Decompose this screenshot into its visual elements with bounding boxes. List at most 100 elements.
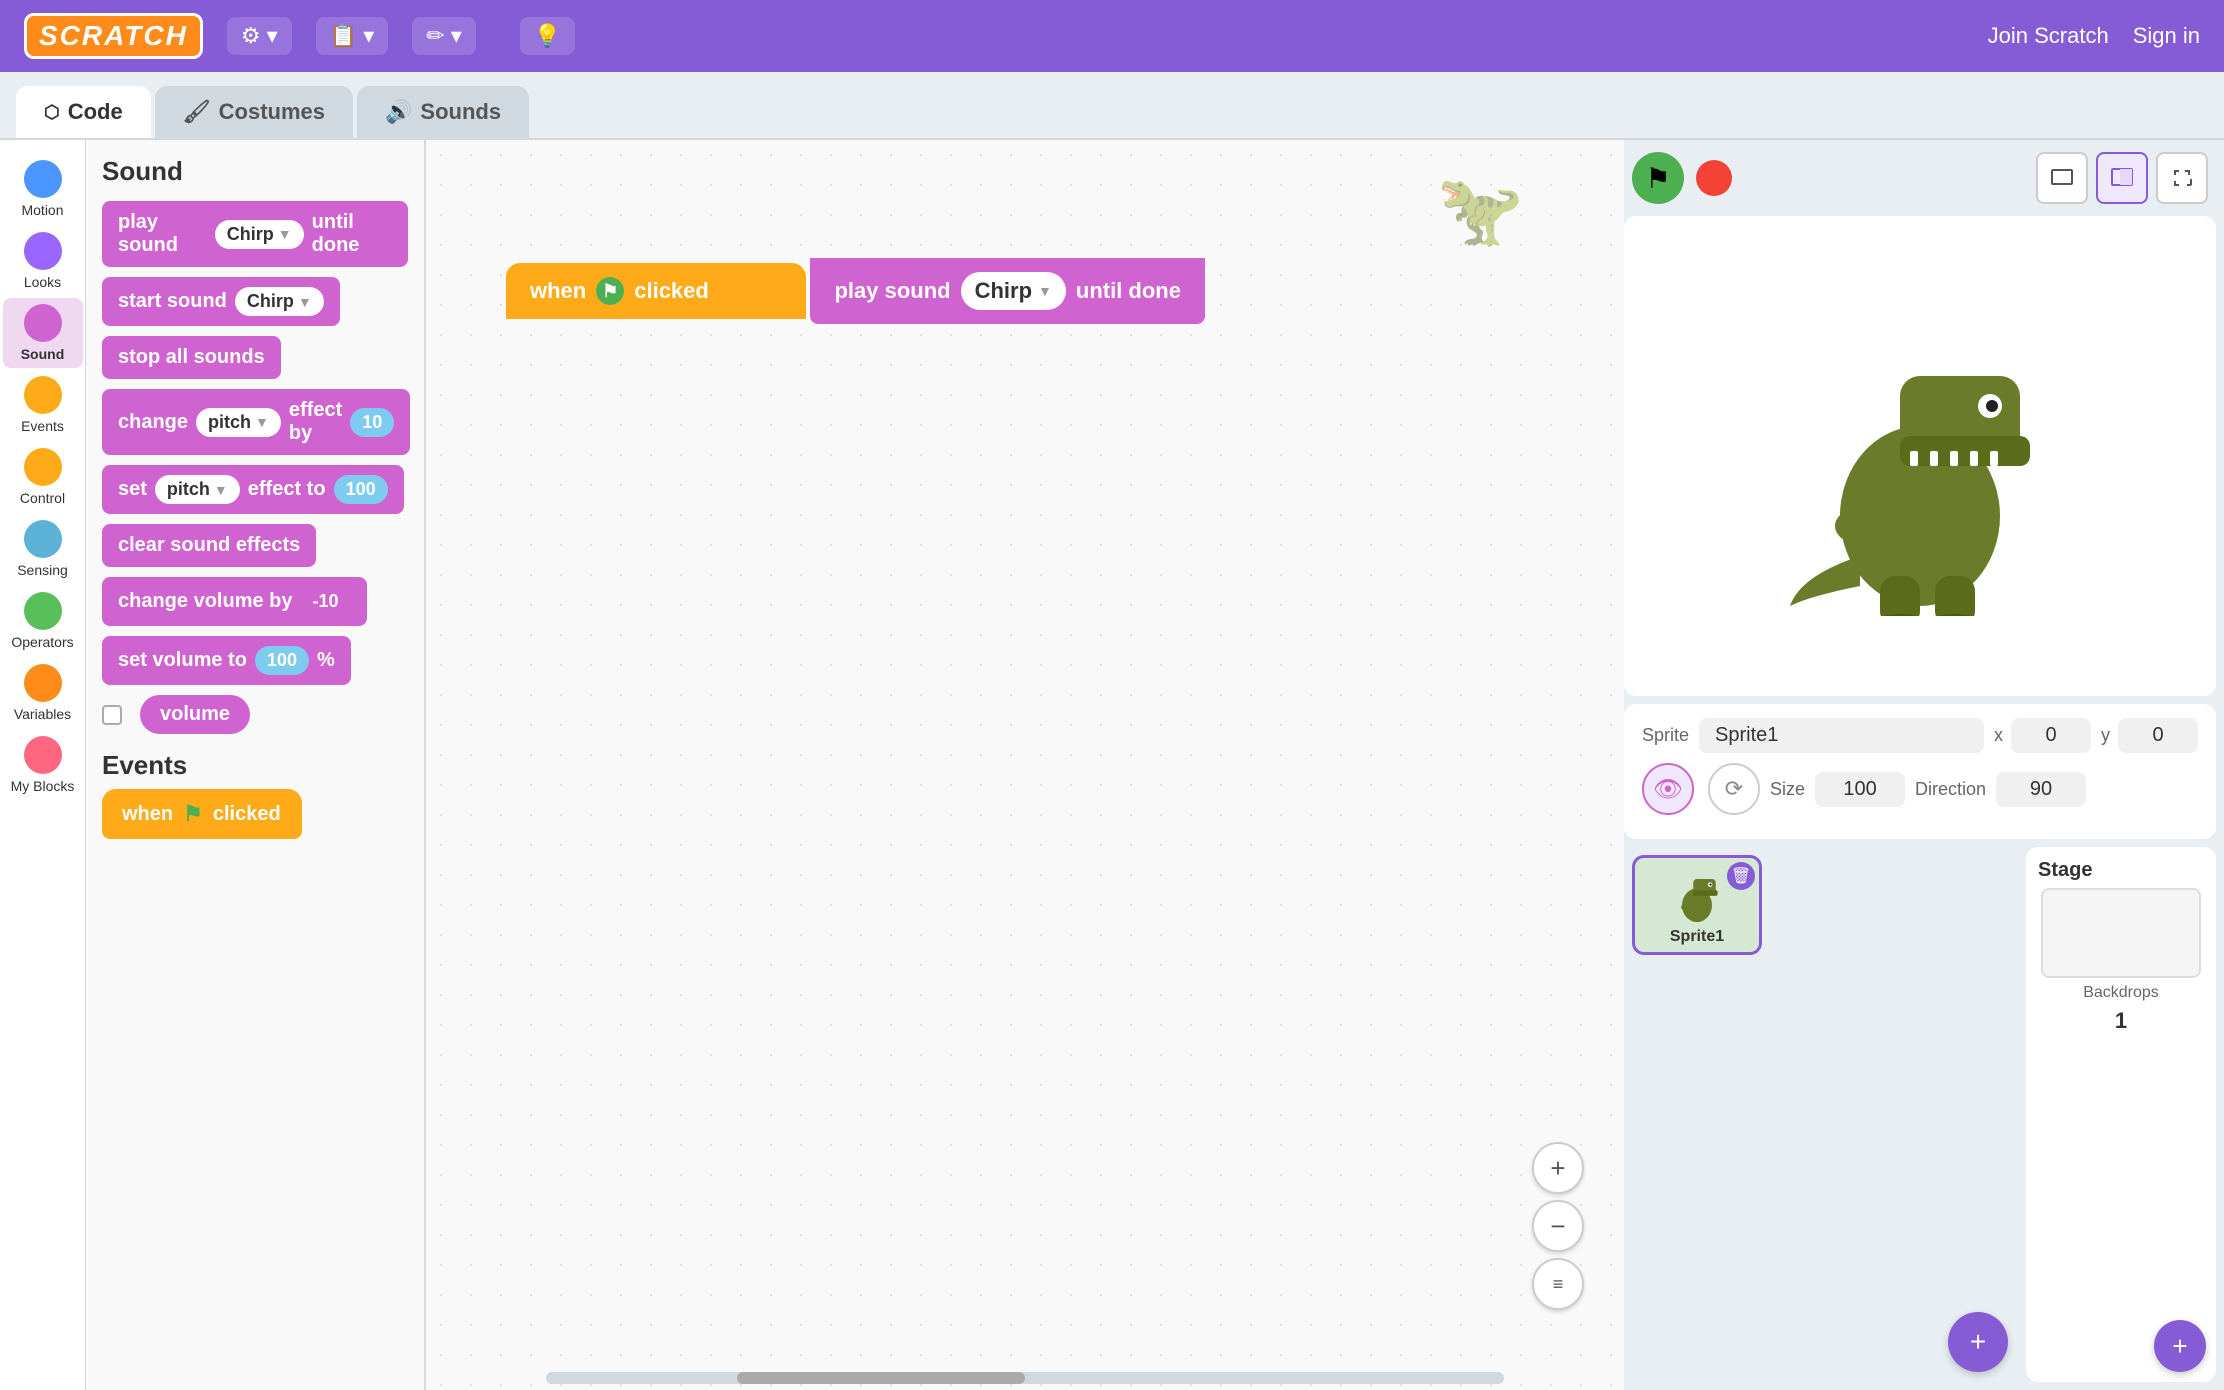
tab-costumes[interactable]: 🖌 Costumes [155,86,353,138]
block-set-effect[interactable]: set pitch ▼ effect to 100 [102,465,404,514]
stop-btn[interactable] [1696,160,1732,196]
block-clear-effects[interactable]: clear sound effects [102,524,316,567]
sidebar-item-looks[interactable]: Looks [3,226,83,296]
sprite-y-coord: y 0 [2101,718,2198,753]
events-label: Events [21,418,64,434]
sidebar-item-sensing[interactable]: Sensing [3,514,83,584]
topbar: SCRATCH ⚙ ▾ 📋 ▾ ✏ ▾ 💡 Join Scratch Sign … [0,0,2224,72]
sprite-name-field[interactable]: Sprite1 [1699,718,1984,753]
block-set-volume[interactable]: set volume to 100 % [102,636,351,685]
sidebar-item-operators[interactable]: Operators [3,586,83,656]
settings-btn[interactable]: ⚙ ▾ [227,17,292,55]
tabbar: ⬡ Code 🖌 Costumes 🔊 Sounds [0,72,2224,140]
tab-code[interactable]: ⬡ Code [16,86,151,138]
h-scrollbar[interactable] [546,1372,1504,1384]
volume-reporter[interactable]: volume [140,695,250,734]
sprite1-label: Sprite1 [1670,928,1724,946]
save-btn[interactable]: 📋 ▾ [316,17,389,55]
block-change-volume[interactable]: change volume by -10 [102,577,367,626]
looks-dot [24,232,62,270]
sidebar-item-variables[interactable]: Variables [3,658,83,728]
sound-label: Sound [21,346,65,362]
normal-stage-btn[interactable] [2096,152,2148,204]
small-stage-btn[interactable] [2036,152,2088,204]
percent-text: % [317,649,335,672]
zoom-out-btn[interactable]: − [1532,1200,1584,1252]
h-scrollbar-thumb[interactable] [737,1372,1025,1384]
sprite1-preview [1662,864,1732,924]
sprite1-delete[interactable]: 🗑 [1727,862,1755,890]
zoom-fit-btn[interactable]: ≡ [1532,1258,1584,1310]
stage-backdrop-thumb [2041,888,2201,978]
hide-btn[interactable]: ⟳ [1708,763,1760,815]
show-btn[interactable]: 👁 [1642,763,1694,815]
block-change-effect[interactable]: change pitch ▼ effect by 10 [102,389,410,455]
code-area[interactable]: 🦖 when ⚑ clicked play sound Chirp ▼ unti… [426,140,1624,1390]
bottom-row: 🗑 Sprite1 + Stage [1624,847,2216,1382]
sign-in-link[interactable]: Sign in [2133,23,2200,49]
sensing-dot [24,520,62,558]
tab-sounds-label: Sounds [420,99,501,125]
x-field[interactable]: 0 [2011,718,2091,753]
motion-dot [24,160,62,198]
effect-to-text: effect to [248,478,326,501]
sound-section-title: Sound [102,156,408,187]
stage-view [1624,216,2216,696]
block-event-hat[interactable]: when ⚑ clicked [102,789,302,839]
block-set-volume-row: set volume to 100 % [102,636,408,685]
looks-label: Looks [24,274,61,290]
add-sprite-btn[interactable]: + [1948,1312,2008,1372]
block-stop-sounds[interactable]: stop all sounds [102,336,281,379]
start-sound-arrow: ▼ [298,294,312,310]
sidebar-item-motion[interactable]: Motion [3,154,83,224]
stage-side: Stage Backdrops 1 + [2026,847,2216,1382]
y-field[interactable]: 0 [2118,718,2198,753]
tab-costumes-label: Costumes [219,99,325,125]
hat-clicked-text: clicked [634,278,709,304]
hat-block[interactable]: when ⚑ clicked [506,263,806,319]
code-icon: ⬡ [44,102,60,123]
stage-controls-row: ⚑ [1624,148,2216,208]
effect-pill[interactable]: pitch ▼ [196,408,281,437]
zoom-in-btn[interactable]: + [1532,1142,1584,1194]
sound-name-pill[interactable]: Chirp ▼ [215,220,304,249]
hat-flag-icon: ⚑ [596,277,624,305]
sprite-properties: Sprite Sprite1 x 0 y 0 👁 ⟳ Size 100 Dir [1624,704,2216,839]
green-flag-btn[interactable]: ⚑ [1632,152,1684,204]
set-effect-value[interactable]: 100 [334,475,388,504]
code-sound-pill[interactable]: Chirp ▼ [961,272,1066,310]
block-start-sound[interactable]: start sound Chirp ▼ [102,277,340,326]
visibility-toggle: 👁 ⟳ [1642,763,1760,815]
tab-sounds[interactable]: 🔊 Sounds [357,86,529,138]
fullscreen-btn[interactable] [2156,152,2208,204]
volume-set-value[interactable]: 100 [255,646,309,675]
sidebar-item-myblocks[interactable]: My Blocks [3,730,83,800]
sound-dropdown-arrow: ▼ [278,226,292,242]
volume-checkbox[interactable] [102,705,122,725]
size-field[interactable]: 100 [1815,772,1905,807]
code-sound-block[interactable]: play sound Chirp ▼ until done [810,258,1205,324]
block-play-sound-until[interactable]: play sound Chirp ▼ until done [102,201,408,267]
sidebar-item-control[interactable]: Control [3,442,83,512]
volume-change-value[interactable]: -10 [301,587,351,616]
sidebar-item-events[interactable]: Events [3,370,83,440]
scratch-logo[interactable]: SCRATCH [24,13,203,59]
code-block-stack[interactable]: when ⚑ clicked play sound Chirp ▼ until … [506,260,1205,324]
tab-code-label: Code [68,99,123,125]
tutorial-btn[interactable]: 💡 [520,17,575,55]
until-done-text: until done [312,211,392,257]
set-effect-pill[interactable]: pitch ▼ [155,475,240,504]
add-backdrop-btn[interactable]: + [2154,1320,2206,1372]
sounds-icon: 🔊 [385,99,412,125]
direction-field[interactable]: 90 [1996,772,2086,807]
start-sound-pill[interactable]: Chirp ▼ [235,287,324,316]
join-scratch-link[interactable]: Join Scratch [1988,23,2109,49]
set-effect-arrow: ▼ [214,482,228,498]
category-sidebar: Motion Looks Sound Events Control Sensin… [0,140,86,1390]
edit-btn[interactable]: ✏ ▾ [412,17,476,55]
sidebar-item-sound[interactable]: Sound [3,298,83,368]
sprite1-thumb[interactable]: 🗑 Sprite1 [1632,855,1762,955]
code-canvas[interactable]: 🦖 when ⚑ clicked play sound Chirp ▼ unti… [426,140,1624,1390]
effect-value[interactable]: 10 [350,408,394,437]
control-label: Control [20,490,65,506]
